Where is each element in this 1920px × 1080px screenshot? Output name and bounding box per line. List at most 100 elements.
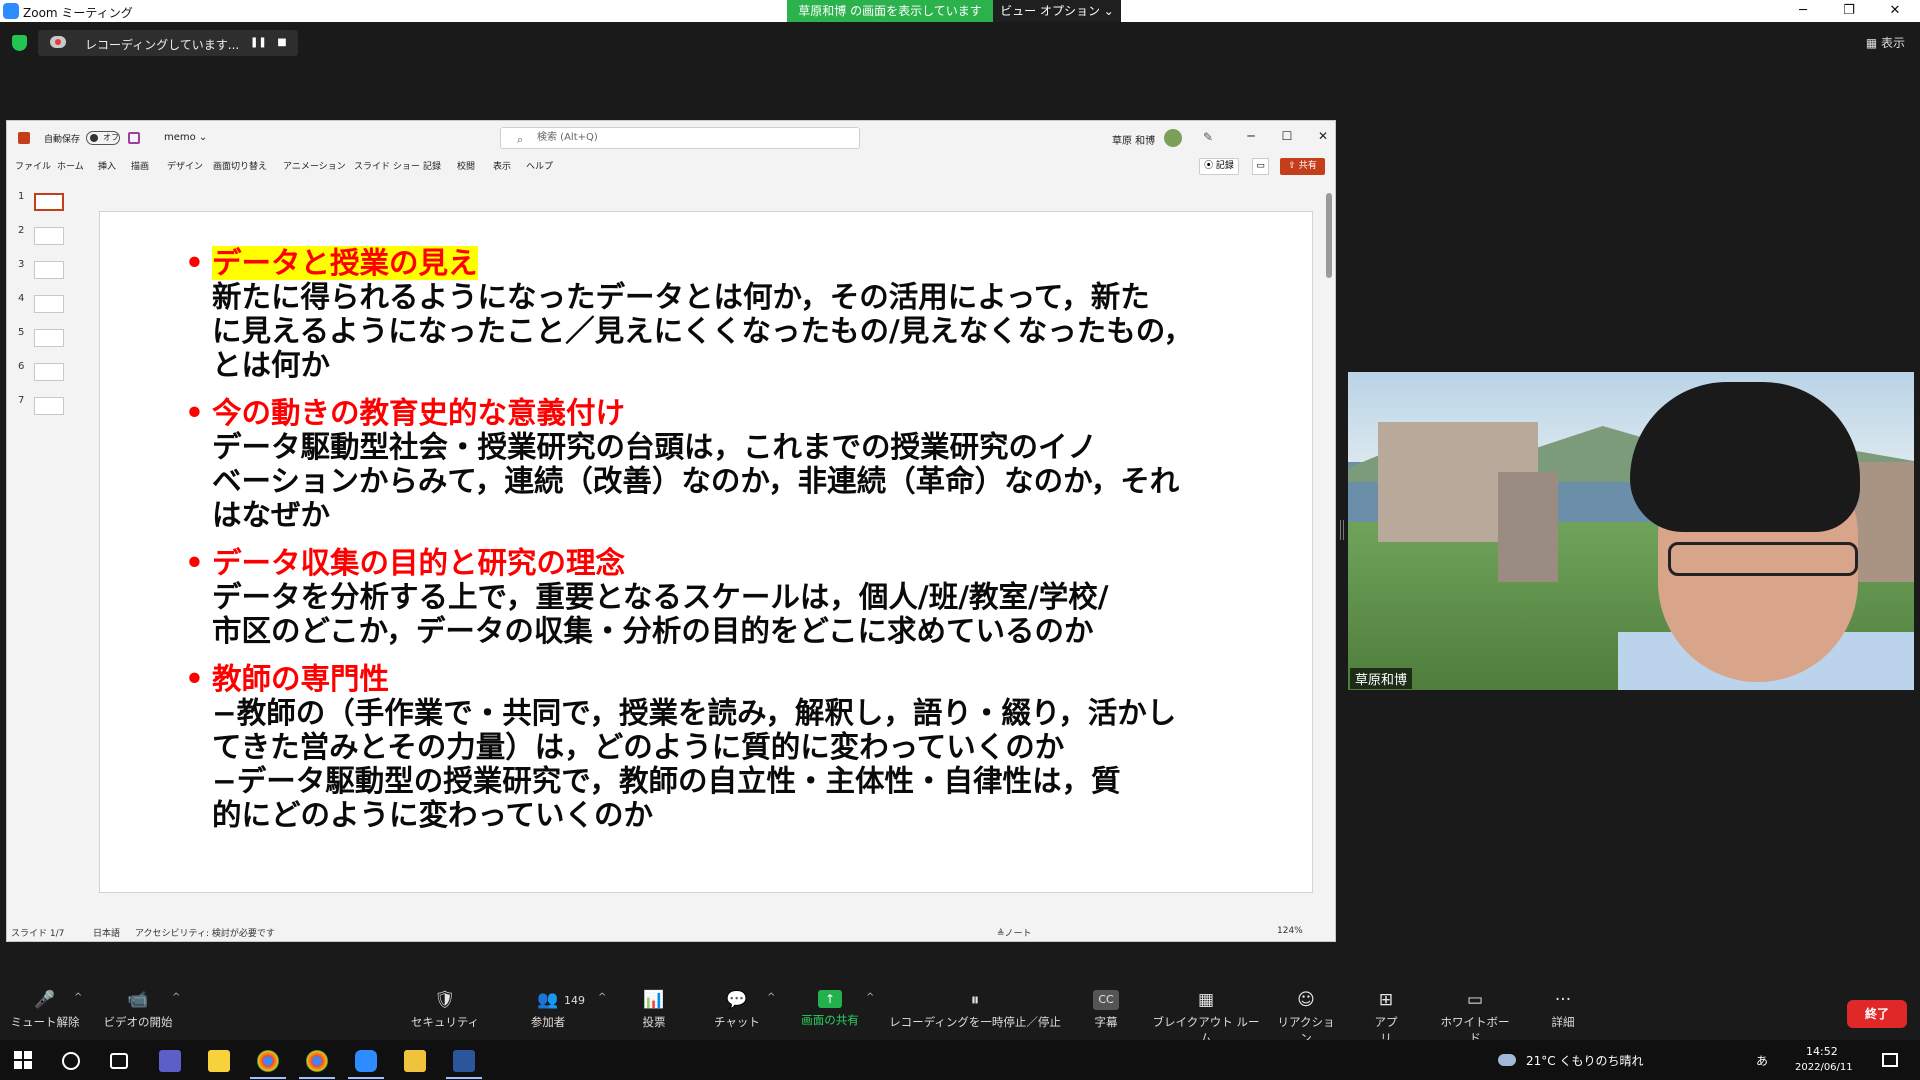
caret-up-icon[interactable]: ^	[598, 992, 606, 1003]
unmute-button[interactable]: 🎤 ミュート解除	[10, 990, 80, 1030]
document-name[interactable]: memo ⌄	[164, 132, 207, 143]
share-screen-button[interactable]: ↑ 画面の共有	[795, 990, 865, 1028]
ppt-share-button[interactable]: ⇪ 共有	[1280, 158, 1325, 175]
comment-icon[interactable]: ▭	[1252, 158, 1269, 175]
restore-button[interactable]: ❐	[1826, 0, 1872, 22]
caret-up-icon[interactable]: ^	[74, 992, 82, 1003]
minimize-button[interactable]: ─	[1780, 0, 1826, 22]
menu-design[interactable]: デザイン	[167, 159, 203, 172]
file-explorer-icon[interactable]	[404, 1050, 426, 1072]
menu-record[interactable]: 記録	[423, 159, 441, 172]
close-button[interactable]: ✕	[1872, 0, 1918, 22]
save-icon[interactable]	[128, 132, 140, 144]
weather-text[interactable]: 21°C くもりのち晴れ	[1526, 1052, 1643, 1069]
ime-indicator[interactable]: あ	[1756, 1052, 1768, 1069]
search-icon[interactable]	[62, 1052, 80, 1070]
recording-controls-button[interactable]: ⏸ レコーディングを一時停止／停止	[885, 990, 1065, 1030]
apps-button[interactable]: ⊞ アプリ	[1370, 990, 1402, 1046]
scrollbar-thumb[interactable]	[1326, 193, 1332, 278]
slide-thumbnail[interactable]	[34, 295, 64, 313]
breakout-rooms-button[interactable]: ▦ ブレイクアウト ルーム	[1150, 990, 1262, 1046]
view-button[interactable]: ▦ 表示	[1866, 34, 1905, 51]
active-app-indicator	[348, 1077, 384, 1079]
menu-animations[interactable]: アニメーション	[283, 159, 346, 172]
clock-date[interactable]: 2022/06/11	[1795, 1062, 1853, 1073]
slide-canvas[interactable]: • データと授業の見え 新たに得られるようになったデータとは何か，その活用によっ…	[99, 211, 1313, 893]
word-icon[interactable]	[453, 1050, 475, 1072]
slide-scrollbar[interactable]	[1325, 183, 1334, 893]
menu-draw[interactable]: 描画	[131, 159, 149, 172]
caret-up-icon[interactable]: ^	[866, 992, 874, 1003]
menu-insert[interactable]: 挿入	[98, 159, 116, 172]
accessibility-status[interactable]: アクセシビリティ: 検討が必要です	[135, 926, 275, 939]
bullet-line: 市区のどこか，データの収集・分析の目的をどこに求めているのか	[212, 614, 1094, 648]
thumb-number: 4	[18, 293, 25, 304]
start-video-button[interactable]: 📹 ビデオの開始	[100, 990, 176, 1030]
participant-count: 149	[564, 994, 585, 1007]
ppt-maximize-button[interactable]: ☐	[1275, 129, 1299, 143]
teams-icon[interactable]	[159, 1050, 181, 1072]
view-options-button[interactable]: ビュー オプション ⌄	[993, 0, 1121, 22]
bullet-line: 新たに得られるようになったデータとは何か，その活用によって，新た	[212, 280, 1150, 314]
chat-button[interactable]: 💬 チャット	[712, 990, 762, 1030]
participant-video[interactable]: 草原和博	[1348, 372, 1914, 690]
chrome-icon[interactable]	[306, 1050, 328, 1072]
menu-transitions[interactable]: 画面切り替え	[213, 159, 267, 172]
poll-label: 投票	[642, 1015, 666, 1029]
slide-thumbnail[interactable]	[34, 193, 64, 211]
zoom-icon[interactable]	[355, 1050, 377, 1072]
slide-thumbnail[interactable]	[34, 397, 64, 415]
ppt-record-button[interactable]: ⦿ 記録	[1199, 158, 1239, 175]
caret-up-icon[interactable]: ^	[767, 992, 775, 1003]
ppt-search-input[interactable]: ⌕ 検索 (Alt+Q)	[500, 127, 860, 149]
bullet-line: データ駆動型社会・授業研究の台頭は，これまでの授業研究のイノ	[212, 430, 1098, 464]
caret-up-icon[interactable]: ^	[172, 992, 180, 1003]
slide-thumbnail[interactable]	[34, 227, 64, 245]
slide-thumbnail[interactable]	[34, 261, 64, 279]
ppt-title-bar: 自動保存 オフ memo ⌄ ⌕ 検索 (Alt+Q) 草原 和博 ✎ ─ ☐ …	[7, 121, 1335, 155]
bullet-line: はなぜか	[212, 498, 331, 532]
notes-button[interactable]: ≜ノート	[997, 926, 1032, 939]
encryption-shield-icon[interactable]	[12, 35, 27, 51]
task-view-icon[interactable]	[110, 1053, 128, 1069]
pen-icon[interactable]: ✎	[1203, 130, 1213, 144]
reactions-button[interactable]: ☺ リアクション	[1274, 990, 1338, 1046]
stop-recording-button[interactable]: ■	[274, 35, 290, 51]
more-button[interactable]: ··· 詳細	[1548, 990, 1578, 1030]
security-button[interactable]: 🛡 セキュリティ	[410, 990, 480, 1030]
end-meeting-button[interactable]: 終了	[1847, 1000, 1907, 1028]
share-screen-icon: ↑	[818, 990, 842, 1008]
bullet-heading: 今の動きの教育史的な意義付け	[212, 396, 626, 430]
start-video-label: ビデオの開始	[103, 1015, 173, 1029]
bullet-line: ベーションからみて，連続（改善）なのか，非連続（革命）なのか，それ	[212, 464, 1180, 498]
slide-thumbnail[interactable]	[34, 329, 64, 347]
whiteboard-button[interactable]: ▭ ホワイトボード	[1436, 990, 1514, 1046]
menu-file[interactable]: ファイル	[15, 159, 51, 172]
weather-icon[interactable]	[1498, 1054, 1516, 1066]
autosave-toggle[interactable]: オフ	[86, 131, 120, 145]
sticky-notes-icon[interactable]	[208, 1050, 230, 1072]
notification-icon[interactable]	[1882, 1053, 1898, 1067]
language-status[interactable]: 日本語	[93, 926, 120, 939]
pause-recording-button[interactable]: ❚❚	[250, 35, 267, 51]
user-avatar[interactable]	[1164, 129, 1182, 147]
menu-review[interactable]: 校閲	[457, 159, 475, 172]
thumb-number: 5	[18, 327, 25, 338]
search-placeholder: 検索 (Alt+Q)	[537, 132, 598, 143]
poll-button[interactable]: 📊 投票	[634, 990, 674, 1030]
menu-slideshow[interactable]: スライド ショー	[354, 159, 420, 172]
split-handle[interactable]	[1340, 520, 1344, 540]
ppt-minimize-button[interactable]: ─	[1239, 129, 1263, 143]
powerpoint-logo-icon	[18, 132, 30, 144]
menu-view[interactable]: 表示	[493, 159, 511, 172]
zoom-level[interactable]: 124%	[1277, 926, 1303, 936]
slide-thumbnail[interactable]	[34, 363, 64, 381]
chrome-icon[interactable]	[257, 1050, 279, 1072]
captions-button[interactable]: CC 字幕	[1088, 990, 1124, 1030]
clock-time[interactable]: 14:52	[1806, 1045, 1838, 1058]
windows-start-icon[interactable]	[13, 1050, 35, 1072]
person-glasses	[1668, 542, 1858, 576]
menu-help[interactable]: ヘルプ	[526, 159, 553, 172]
menu-home[interactable]: ホーム	[57, 159, 84, 172]
ppt-close-button[interactable]: ✕	[1311, 129, 1335, 143]
